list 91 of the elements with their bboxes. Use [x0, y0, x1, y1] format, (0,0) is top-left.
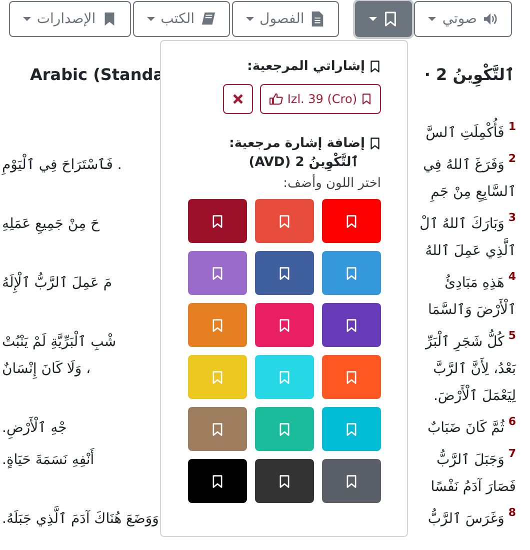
section-title: إضافة إشارة مرجعية: — [229, 136, 365, 151]
verse-text: . فَٱسْتَرَاحَ فِي ٱلْيَوْمِ — [2, 152, 122, 177]
color-bookmark-button[interactable] — [188, 199, 247, 243]
color-bookmark-button[interactable] — [255, 459, 314, 503]
bookmark-icon — [361, 93, 372, 105]
bookmark-button[interactable]: Izl. 39 (Cro) — [260, 84, 381, 114]
bookmark-icon — [278, 474, 291, 488]
verse-text: ثُمَّ كَانَ ضَبَابٌ — [427, 418, 504, 438]
verse-text: حَ مِنْ جَمِيعِ عَمَلِهِ — [2, 212, 100, 236]
caret-icon — [428, 17, 436, 21]
remove-bookmark-button[interactable] — [223, 84, 254, 114]
bookmark-icon — [345, 318, 358, 332]
toolbar-dropdown-button[interactable]: صوتي — [414, 1, 512, 37]
toolbar-dropdown-button[interactable]: الكتب — [132, 1, 230, 37]
verse-text: كُلُّ شَجَرِ ٱلْبَرِّ — [425, 330, 504, 354]
bookmark-icon — [345, 474, 358, 488]
caret-icon — [369, 17, 378, 21]
verse-text: مَ عَمِلَ ٱلرَّبُّ ٱلْإِلَهُ — [2, 270, 112, 295]
speaker-icon — [483, 11, 498, 27]
bookmark-icon — [278, 266, 291, 280]
verse-text: بَعْدُ، لِأَنَّ ٱلرَّبَّ — [433, 356, 516, 381]
section-title: إشاراتي المرجعية: — [247, 59, 365, 74]
caret-icon — [22, 17, 31, 21]
caret-icon — [146, 17, 155, 21]
color-bookmark-button[interactable] — [322, 407, 381, 451]
verse-text: وَجَبَلَ ٱلرَّبُّ — [436, 448, 504, 472]
color-bookmark-button[interactable] — [255, 407, 314, 451]
verse-text: جْهِ ٱلْأَرْضِ. — [2, 416, 67, 440]
verse-number: 7 — [508, 448, 516, 458]
color-bookmark-button[interactable] — [188, 355, 247, 399]
verse-text: أَنْفِهِ نَسَمَةَ حَيَاةٍ. — [2, 448, 94, 472]
close-icon — [233, 94, 244, 104]
color-bookmark-button[interactable] — [322, 355, 381, 399]
verse-number: 5 — [508, 330, 516, 340]
chapter-reference: ٱلتَّكْوِينُ 2 (AVD) — [187, 154, 381, 170]
verse-text: وَغَرَسَ ٱلرَّبُّ — [428, 506, 504, 531]
color-bookmark-button[interactable] — [322, 199, 381, 243]
verse-number: 4 — [508, 270, 516, 282]
color-bookmark-button[interactable] — [322, 251, 381, 295]
verse-number: 1 — [508, 120, 516, 132]
bookmark-icon — [211, 474, 224, 488]
color-bookmark-button[interactable] — [255, 199, 314, 243]
verse-text: ، وَلَا كَانَ إِنْسَانٌ — [2, 356, 91, 381]
verse-text: وَوَضَعَ هُنَاكَ آدَمَ ٱلَّذِي جَبَلَهُ. — [2, 506, 159, 531]
bookmark-icon — [211, 422, 224, 436]
color-bookmark-button[interactable] — [255, 355, 314, 399]
color-bookmark-button[interactable] — [322, 459, 381, 503]
bookmark-icon — [369, 137, 381, 150]
verse-text: فَصَارَ آدَمُ نَفْسًا — [430, 477, 516, 496]
color-bookmark-button[interactable] — [322, 303, 381, 347]
bookmark-icon — [278, 422, 291, 436]
bookmark-dropdown-button[interactable] — [355, 1, 412, 37]
verse-text: هَذِهِ مَبَادِئُ — [444, 273, 504, 292]
verse-text: ٱلَّذِي عَمِلَ ٱللهُ — [425, 238, 516, 263]
bookmark-icon — [345, 370, 358, 384]
color-bookmark-button[interactable] — [188, 303, 247, 347]
verse-text: ٱلْأَرْضَ وَٱلسَّمَا — [428, 298, 516, 322]
verse-text: وَفَرَغَ ٱللهُ فِي — [423, 156, 504, 174]
document-icon — [310, 11, 326, 27]
bookmark-icon — [211, 318, 224, 332]
color-bookmark-button[interactable] — [255, 251, 314, 295]
bookmark-icon — [211, 370, 224, 384]
verse-text: ٱلسَّابِعِ مِنْ جَمِ — [430, 180, 516, 204]
toolbar-dropdown-button[interactable]: الإصدارات — [8, 1, 131, 37]
verse-number: 6 — [508, 416, 516, 426]
color-prompt: اختر اللون وأضف: — [282, 176, 381, 191]
bookmark-icon — [383, 11, 398, 27]
color-bookmark-button[interactable] — [188, 407, 247, 451]
bookmark-icon — [345, 266, 358, 280]
bookmark-icon — [278, 214, 291, 228]
toolbar-dropdown-button[interactable]: الفصول — [232, 1, 340, 37]
book-icon — [200, 11, 216, 27]
verse-text: شْبِ ٱلْبَرِّيَّةِ لَمْ يَنْبُتْ — [2, 330, 116, 354]
verse-text: لِيَعْمَلَ ٱلْأَرْضَ. — [433, 384, 516, 408]
chapter-title: ٱلتَّكْوِينُ 2 · — [424, 65, 514, 93]
verse-number: 3 — [508, 212, 516, 222]
color-bookmark-button[interactable] — [188, 251, 247, 295]
verse-text: وَبَارَكَ ٱللهُ ٱلْ — [420, 214, 504, 234]
bookmark-icon — [211, 214, 224, 228]
bookmark-icon — [345, 214, 358, 228]
caret-icon — [246, 17, 254, 21]
bookmark-icon — [278, 370, 291, 384]
verse-number: 2 — [508, 152, 516, 164]
bookmark-icon — [369, 60, 381, 73]
color-bookmark-button[interactable] — [188, 459, 247, 503]
bookmark-icon — [278, 318, 291, 332]
pointing-hand-icon — [269, 93, 284, 105]
color-bookmark-button[interactable] — [255, 303, 314, 347]
bookmark-icon — [211, 266, 224, 280]
verse-number: 8 — [508, 506, 516, 518]
bookmark-icon — [345, 422, 358, 436]
